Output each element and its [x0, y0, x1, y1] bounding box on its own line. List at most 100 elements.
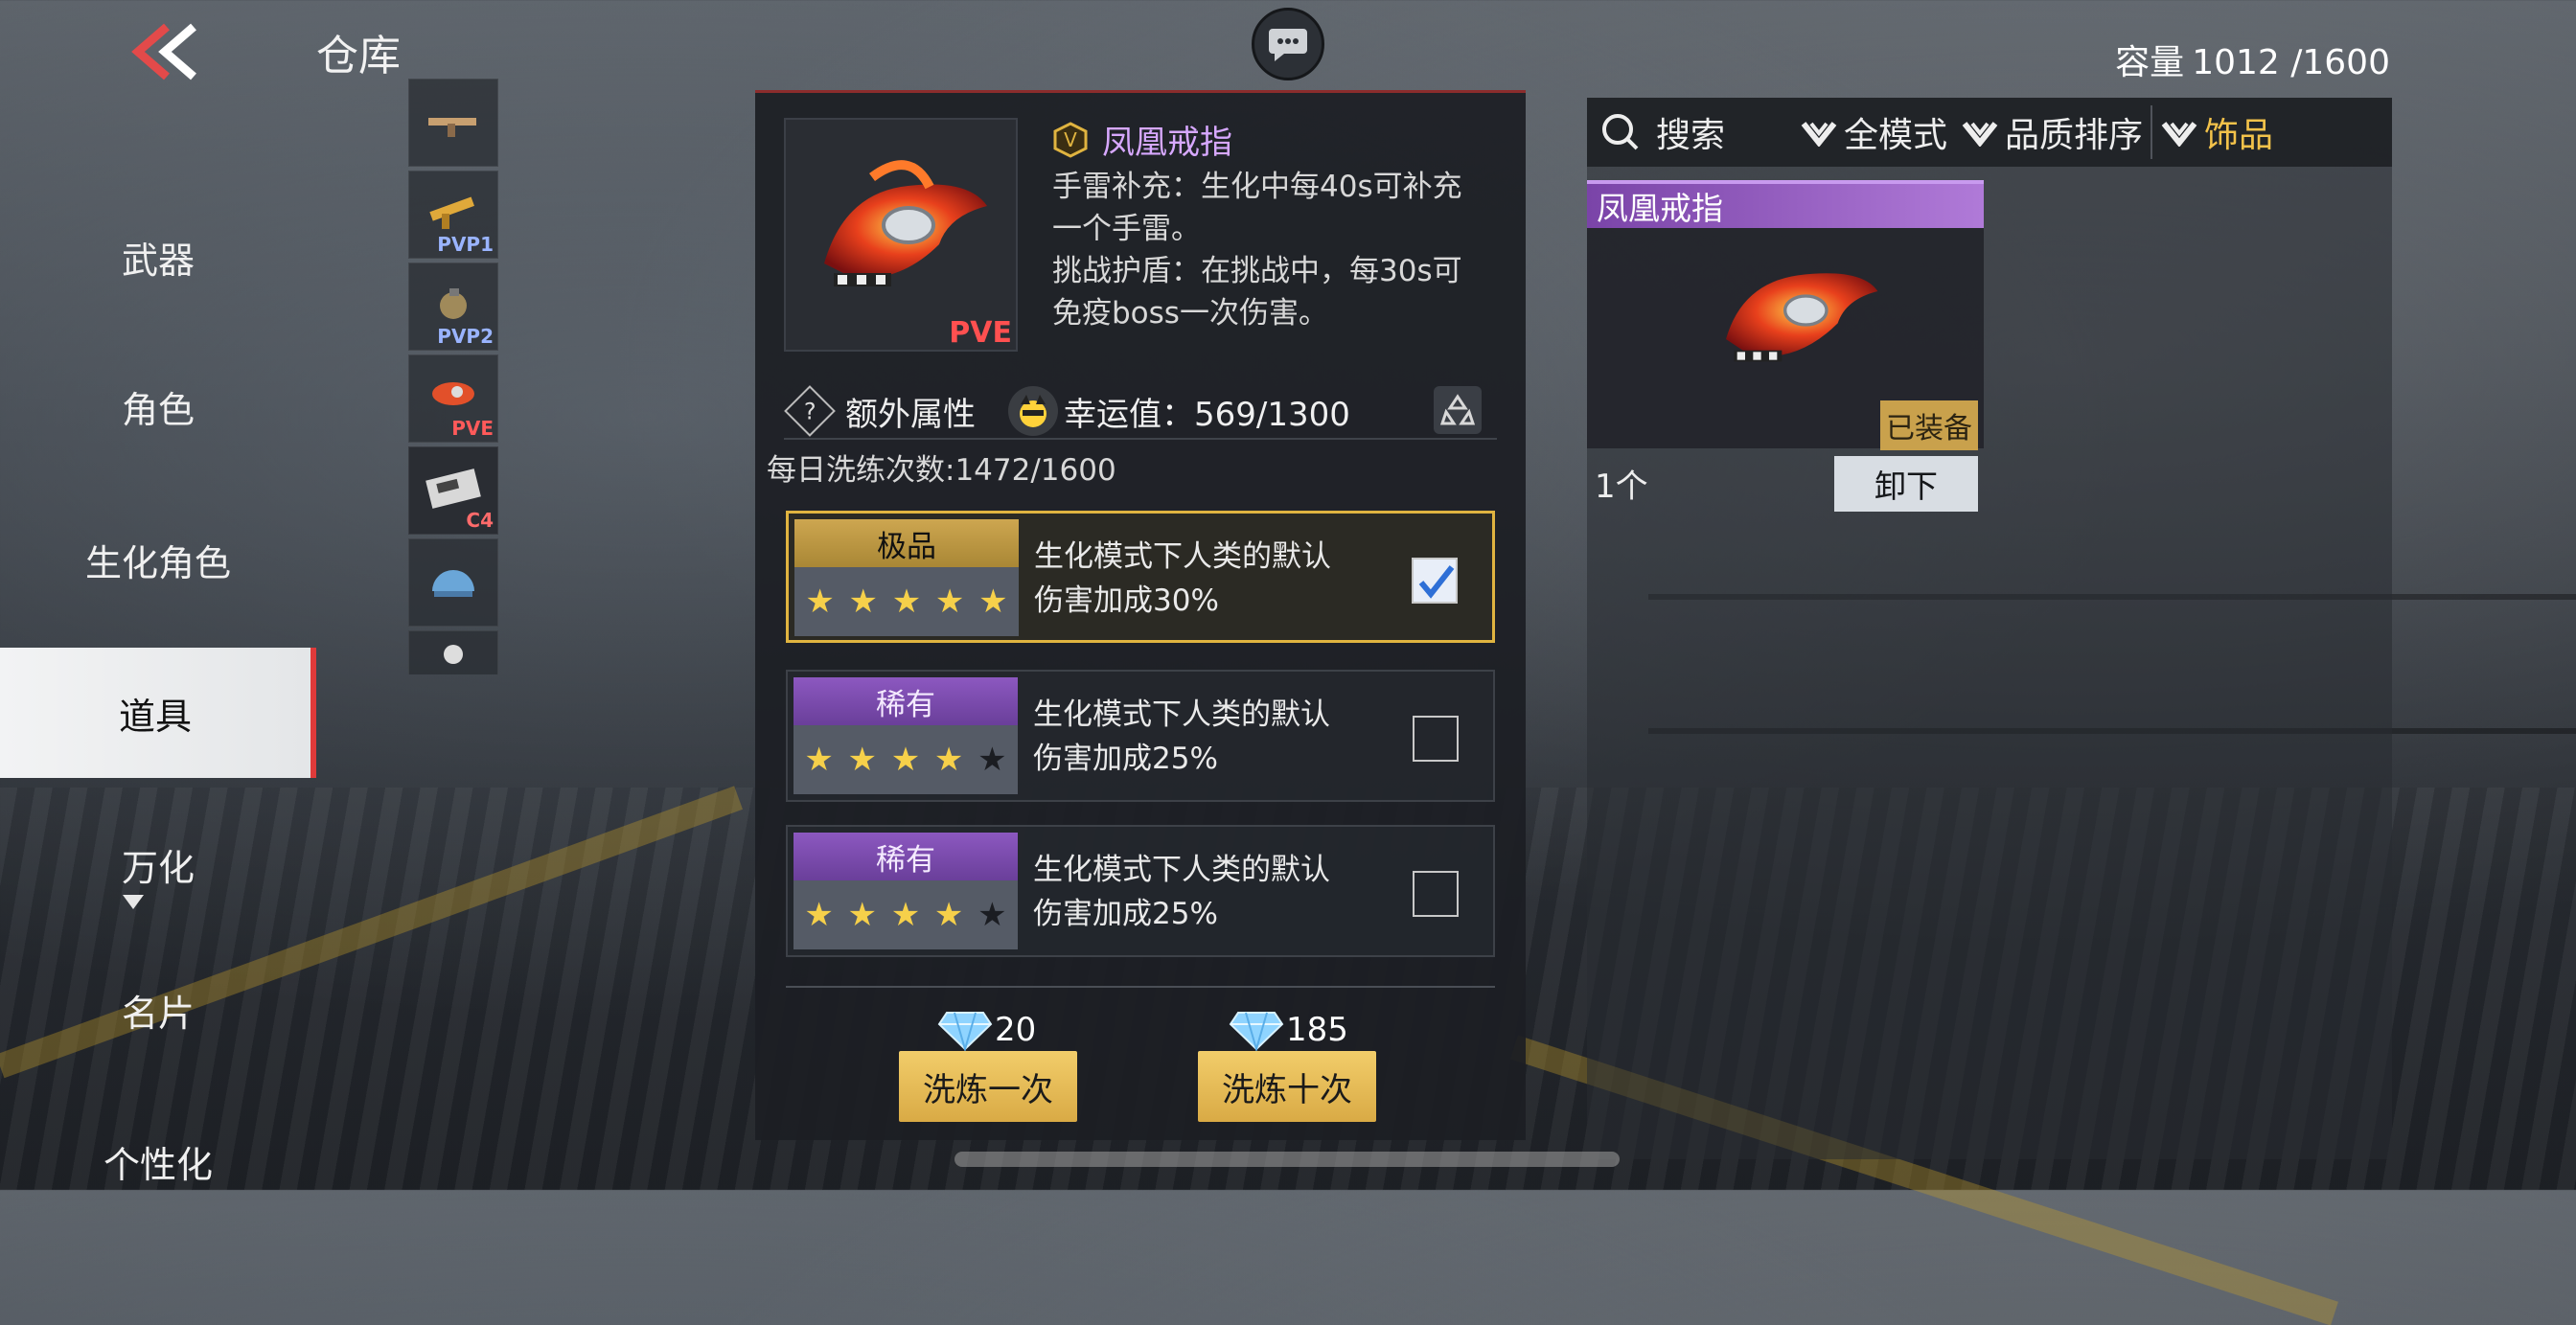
sort-dropdown-label: 品质排序: [2005, 116, 2144, 155]
thumbnail-c4[interactable]: C4: [408, 446, 498, 535]
star-empty-icon: ★: [978, 741, 1007, 779]
nav-item-characters[interactable]: 角色: [0, 341, 316, 471]
star-icon: ★: [934, 583, 965, 621]
refine-once-button[interactable]: 洗炼一次: [899, 1051, 1077, 1122]
attribute-checkbox[interactable]: [1413, 871, 1459, 917]
thumbnail-tag: PVP1: [437, 233, 494, 256]
thumbnail-pvp1[interactable]: PVP1: [408, 171, 498, 259]
search-icon: [1602, 114, 1639, 150]
thumbnail-helmet[interactable]: [408, 538, 498, 627]
nav-item-label: 道具: [118, 695, 192, 738]
daily-refine-count: 每日洗练次数:1472/1600: [767, 453, 1116, 488]
unequip-button[interactable]: 卸下: [1834, 456, 1978, 512]
nav-item-label: 生化角色: [84, 541, 231, 584]
back-button[interactable]: [125, 21, 201, 82]
star-icon: ★: [890, 741, 921, 779]
capacity-display: 容量 1012 /1600: [2115, 34, 2390, 84]
item-image: PVE: [784, 118, 1018, 352]
star-icon: ★: [847, 896, 878, 934]
item-description: 手雷补充：生化中每40s可补充 一个手雷。 挑战护盾：在挑战中，每30s可 免疫…: [1052, 166, 1503, 334]
grade-label: 稀有: [794, 833, 1018, 880]
attribute-text-line: 伤害加成30%: [1034, 583, 1219, 618]
search-button[interactable]: 搜索: [1600, 107, 1800, 157]
nav-item-label: 个性化: [103, 1143, 213, 1186]
nav-item-items[interactable]: 道具: [0, 648, 316, 778]
chevron-down-icon: [2161, 122, 2197, 147]
attribute-text-line: 生化模式下人类的默认: [1033, 853, 1330, 887]
refine-once-cost: 20: [937, 1009, 1036, 1051]
thumbnail-tag: PVP2: [437, 325, 494, 348]
page-title: 仓库: [316, 32, 401, 80]
nav-item-weapons[interactable]: 武器: [0, 192, 316, 322]
star-icon: ★: [848, 583, 879, 621]
pve-tag: PVE: [949, 316, 1012, 350]
chat-button[interactable]: [1252, 8, 1324, 80]
grade-badge: 极品 ★ ★ ★ ★ ★: [794, 519, 1019, 638]
category-dropdown-label: 饰品: [2204, 116, 2274, 155]
expand-triangle-icon: [123, 895, 144, 909]
svg-text:V: V: [1064, 128, 1077, 151]
star-icon: ★: [847, 741, 878, 779]
extra-attributes-row: ? 额外属性 幸运值：569/1300: [784, 384, 1497, 440]
inventory-item-card[interactable]: 凤凰戒指 已装备: [1587, 180, 1984, 450]
thumbnail-weapon[interactable]: [408, 79, 498, 167]
filter-divider: [2150, 105, 2153, 159]
nav-item-label: 角色: [121, 388, 195, 431]
home-indicator-bar[interactable]: [954, 1152, 1620, 1167]
chat-bubble-icon: [1269, 29, 1307, 61]
nav-item-label: 武器: [121, 239, 195, 282]
phoenix-ring-icon: [824, 160, 987, 286]
attribute-text-line: 伤害加成25%: [1033, 742, 1218, 776]
star-icon: ★: [805, 583, 835, 621]
star-empty-icon: ★: [978, 896, 1007, 934]
attribute-text: 生化模式下人类的默认 伤害加成30%: [1034, 535, 1398, 623]
attribute-text-line: 伤害加成25%: [1033, 897, 1218, 931]
double-chevron-left-icon: [131, 23, 196, 80]
sort-dropdown[interactable]: 品质排序: [1961, 107, 2143, 157]
star-rating: ★ ★ ★ ★ ★: [794, 567, 1019, 636]
star-rating: ★ ★ ★ ★ ★: [794, 725, 1018, 794]
recycle-button[interactable]: [1434, 386, 1482, 434]
chevron-down-icon: [1801, 122, 1837, 147]
item-name-row: V 凤凰戒指: [1052, 116, 1232, 163]
capacity-label: 容量: [2115, 43, 2185, 82]
filter-bar: 搜索 全模式 品质排序 饰品: [1587, 98, 2392, 167]
star-icon: ★: [891, 583, 922, 621]
inventory-item-name: 凤凰戒指: [1587, 180, 1984, 228]
divider: [786, 986, 1495, 988]
attribute-option[interactable]: 极品 ★ ★ ★ ★ ★ 生化模式下人类的默认 伤害加成30%: [786, 511, 1495, 643]
category-dropdown[interactable]: 饰品: [2160, 107, 2273, 157]
nav-item-wanhua[interactable]: 万化: [0, 799, 316, 929]
attribute-checkbox[interactable]: [1413, 716, 1459, 762]
chevron-down-icon: [1962, 122, 1998, 147]
thumbnail-tag: C4: [466, 509, 494, 532]
equipped-badge: 已装备: [1880, 400, 1978, 450]
refine-ten-cost: 185: [1229, 1009, 1348, 1051]
luck-value: 幸运值：569/1300: [1064, 395, 1350, 434]
phoenix-ring-icon: [1726, 273, 1878, 362]
attribute-checkbox[interactable]: [1412, 558, 1458, 604]
nav-item-cards[interactable]: 名片: [0, 945, 316, 1075]
mode-dropdown[interactable]: 全模式: [1800, 107, 1947, 157]
nav-item-personalization[interactable]: 个性化: [0, 1096, 316, 1226]
thumbnail-pvp2[interactable]: PVP2: [408, 263, 498, 351]
rifle-icon: [428, 118, 476, 137]
item-description-line: 一个手雷。: [1052, 212, 1201, 246]
help-icon[interactable]: ?: [784, 385, 836, 437]
nav-item-zombie-characters[interactable]: 生化角色: [0, 494, 316, 625]
thumbnail-pve[interactable]: PVE: [408, 354, 498, 443]
thumbnail-item[interactable]: [408, 630, 498, 674]
star-icon: ★: [804, 896, 834, 934]
star-icon: ★: [978, 583, 1008, 621]
category-thumbnail-strip: PVP1 PVP2 PVE C4: [408, 79, 498, 674]
attribute-option[interactable]: 稀有 ★ ★ ★ ★ ★ 生化模式下人类的默认 伤害加成25%: [786, 670, 1495, 802]
vip-rank-icon: V: [1053, 121, 1088, 158]
extra-attributes-label: 额外属性: [845, 395, 976, 434]
attribute-text-line: 生化模式下人类的默认: [1034, 539, 1331, 574]
star-rating: ★ ★ ★ ★ ★: [794, 880, 1018, 949]
refine-once-cost-value: 20: [995, 1011, 1037, 1049]
attribute-option[interactable]: 稀有 ★ ★ ★ ★ ★ 生化模式下人类的默认 伤害加成25%: [786, 825, 1495, 957]
grade-label: 极品: [794, 519, 1019, 567]
star-icon: ★: [933, 741, 964, 779]
refine-ten-button[interactable]: 洗炼十次: [1198, 1051, 1376, 1122]
